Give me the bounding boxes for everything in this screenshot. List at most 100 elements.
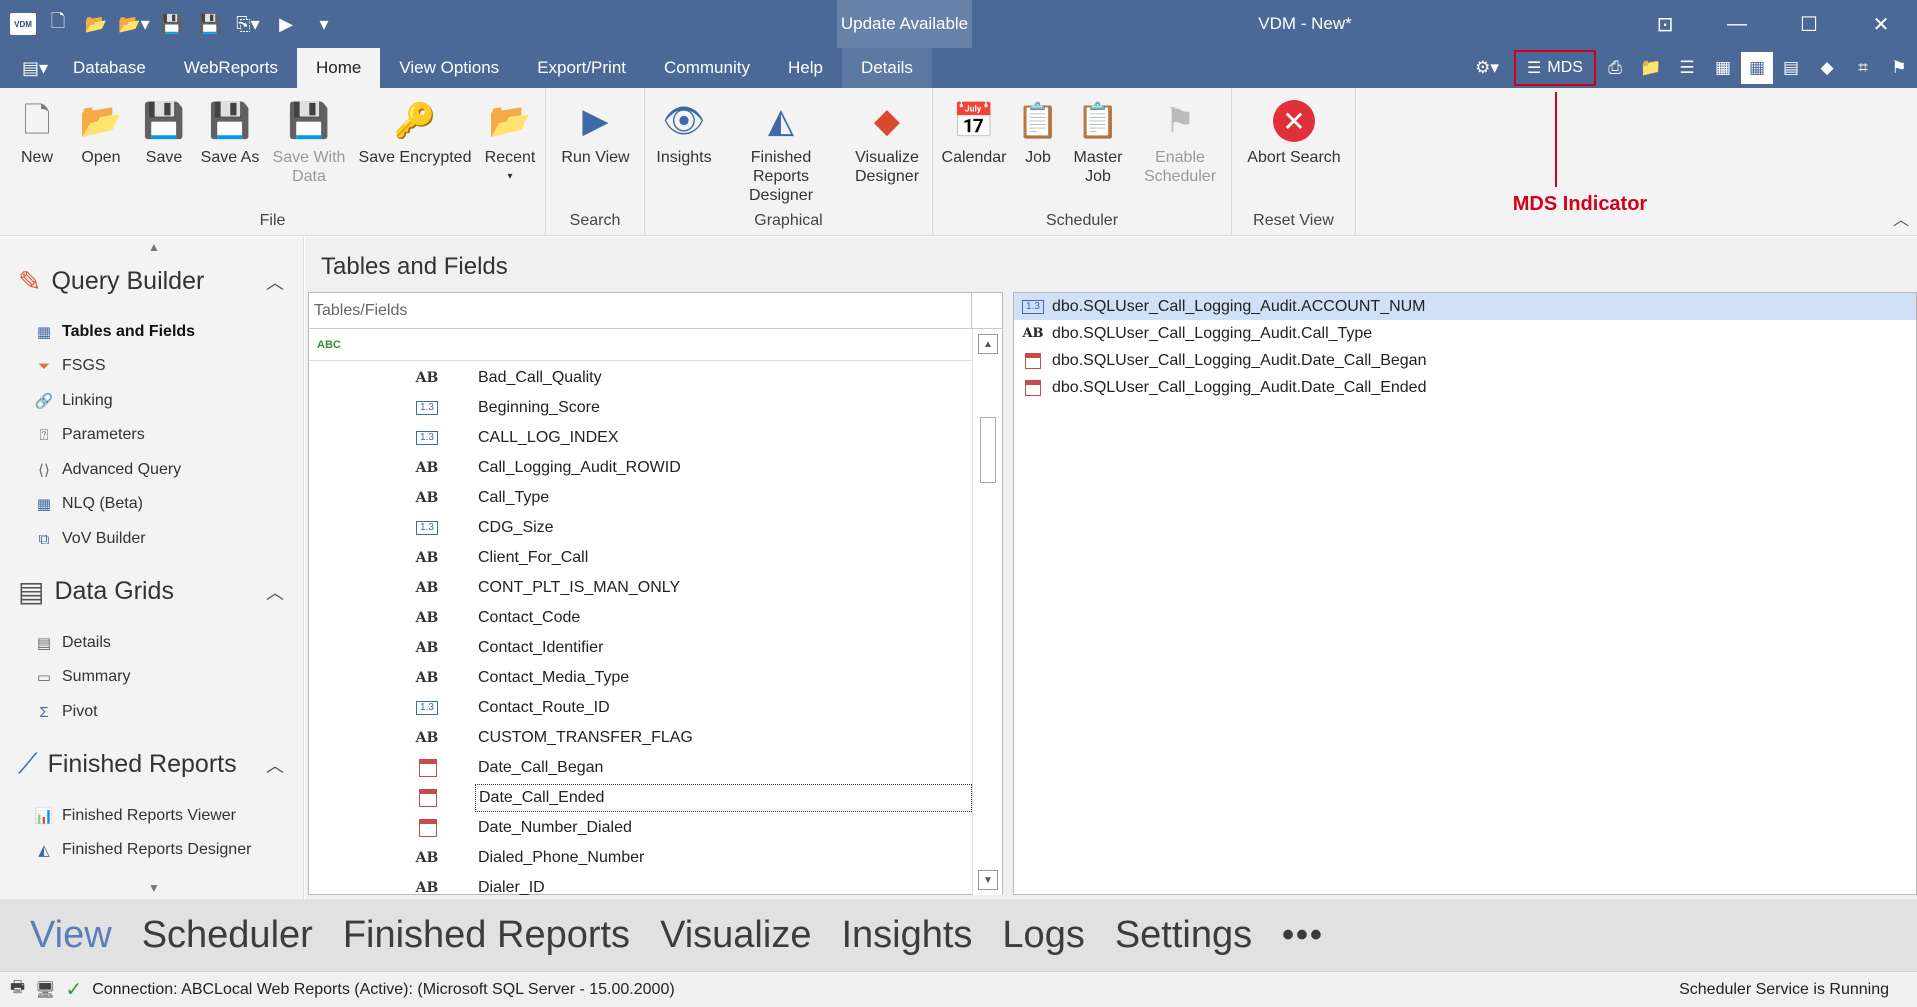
selected-field-row[interactable]: AB dbo.SQLUser_Call_Logging_Audit.Call_Ty…	[1014, 320, 1916, 347]
field-row[interactable]: AB Contact_Identifier	[309, 633, 972, 663]
tab-database[interactable]: Database	[54, 48, 165, 88]
open-button[interactable]: 📂 Open	[74, 98, 128, 167]
field-row[interactable]: 1.3 Beginning_Score	[309, 393, 972, 423]
new-file-icon[interactable]: 🗋	[42, 8, 74, 40]
collapse-caret-icon[interactable]: ︿	[266, 269, 284, 295]
bottom-tab-finished-reports[interactable]: Finished Reports	[343, 914, 630, 957]
field-row[interactable]: AB Call_Logging_Audit_ROWID	[309, 453, 972, 483]
tile-view-icon[interactable]: ▦	[1741, 52, 1773, 84]
section-data-grids[interactable]: ▤ Data Grids ︿	[18, 575, 284, 608]
field-row[interactable]: Date_Number_Dialed	[309, 813, 972, 843]
field-row[interactable]: AB Client_For_Call	[309, 543, 972, 573]
nav-item-details[interactable]: ▤ Details	[34, 634, 111, 652]
collapse-caret-icon[interactable]: ︿	[266, 752, 284, 778]
run-icon[interactable]: ▶	[270, 8, 302, 40]
field-row[interactable]: 1.3 Contact_Route_ID	[309, 693, 972, 723]
field-row[interactable]: AB Dialed_Phone_Number	[309, 843, 972, 873]
section-finished-reports[interactable]: ⟋ Finished Reports ︿	[18, 748, 284, 781]
maximize-icon[interactable]: ☐	[1773, 0, 1845, 48]
field-row[interactable]: AB Contact_Code	[309, 603, 972, 633]
column-header[interactable]: Tables/Fields	[309, 293, 1002, 329]
nav-item-fsgs[interactable]: ⏷ FSGS	[34, 357, 106, 375]
section-query-builder[interactable]: ✎ Query Builder ︿	[18, 265, 284, 298]
job-button[interactable]: 📋 Job	[1013, 98, 1063, 167]
collapse-ribbon-icon[interactable]: ︿	[1893, 206, 1909, 230]
export-icon[interactable]: ⎘▾	[232, 8, 264, 40]
run-view-button[interactable]: ▶ Run View	[551, 98, 640, 167]
nav-item-tables-and-fields[interactable]: ▦ Tables and Fields	[34, 323, 195, 341]
nav-item-pivot[interactable]: Σ Pivot	[34, 703, 97, 721]
vertical-scrollbar[interactable]: ▲ ▼	[972, 329, 1002, 895]
field-row[interactable]: Date_Call_Ended	[309, 783, 972, 813]
field-row[interactable]: AB CONT_PLT_IS_MAN_ONLY	[309, 573, 972, 603]
nav-item-nlq[interactable]: ▦ NLQ (Beta)	[34, 495, 143, 513]
app-menu-icon[interactable]: ▤▾	[16, 48, 54, 88]
monitor-icon[interactable]: 🖥	[35, 980, 55, 1000]
connection-settings-icon[interactable]: ⚙▾	[1469, 48, 1505, 88]
close-icon[interactable]: ✕	[1845, 0, 1917, 48]
tab-help[interactable]: Help	[769, 48, 842, 88]
field-row[interactable]: 1.3 CDG_Size	[309, 513, 972, 543]
nav-scroll-down-icon[interactable]: ▼	[148, 881, 160, 895]
collapse-caret-icon[interactable]: ︿	[266, 579, 284, 605]
nav-item-vov-builder[interactable]: ⧉ VoV Builder	[34, 530, 146, 548]
filter-row[interactable]: ABC	[309, 329, 1002, 361]
document-settings-icon[interactable]: ⎙	[1597, 48, 1633, 88]
tab-webreports[interactable]: WebReports	[165, 48, 297, 88]
tab-home[interactable]: Home	[296, 48, 381, 88]
calendar-view-icon[interactable]: ▤	[1773, 48, 1809, 88]
scroll-down-arrow-icon[interactable]: ▼	[978, 870, 998, 890]
field-row[interactable]: AB CUSTOM_TRANSFER_FLAG	[309, 723, 972, 753]
bottom-tab-logs[interactable]: Logs	[1002, 914, 1084, 957]
bottom-tab-insights[interactable]: Insights	[841, 914, 972, 957]
recent-button[interactable]: 📂 Recent ▾	[480, 98, 540, 186]
restore-ribbon-icon[interactable]: ⊡	[1629, 0, 1701, 48]
minimize-icon[interactable]: —	[1701, 0, 1773, 48]
field-row[interactable]: Date_Call_Began	[309, 753, 972, 783]
fit-icon[interactable]: ⌗	[1845, 48, 1881, 88]
nav-item-finished-reports-designer[interactable]: ◭ Finished Reports Designer	[34, 841, 251, 859]
save-icon[interactable]: 💾	[156, 8, 188, 40]
more-icon[interactable]: •••	[1282, 916, 1324, 955]
nav-item-linking[interactable]: 🔗 Linking	[34, 392, 113, 410]
bottom-tab-view[interactable]: View	[30, 914, 112, 957]
new-button[interactable]: 🗋 New	[10, 98, 64, 167]
nav-item-parameters[interactable]: ⍰ Parameters	[34, 426, 144, 444]
selected-field-row[interactable]: 1.3 dbo.SQLUser_Call_Logging_Audit.ACCOUN…	[1014, 293, 1916, 320]
flag-icon[interactable]: ⚑	[1881, 48, 1917, 88]
tab-export-print[interactable]: Export/Print	[518, 48, 645, 88]
save-as-button[interactable]: 💾 Save As	[198, 98, 262, 167]
field-row[interactable]: AB Call_Type	[309, 483, 972, 513]
visualize-designer-button[interactable]: ◆ Visualize Designer	[845, 98, 929, 186]
bottom-tab-scheduler[interactable]: Scheduler	[142, 914, 313, 957]
save-with-data-button[interactable]: 💾 Save With Data	[268, 98, 350, 186]
eraser-icon[interactable]: ◆	[1809, 48, 1845, 88]
bottom-tab-settings[interactable]: Settings	[1115, 914, 1252, 957]
scrollbar-thumb[interactable]	[980, 417, 996, 483]
master-job-button[interactable]: 📋 Master Job	[1067, 98, 1129, 186]
folder-icon[interactable]: 📁	[1633, 48, 1669, 88]
tab-community[interactable]: Community	[645, 48, 769, 88]
recent-folder-icon[interactable]: 📂▾	[118, 8, 150, 40]
nav-item-finished-reports-viewer[interactable]: 📊 Finished Reports Viewer	[34, 807, 236, 825]
printer-icon[interactable]: 🖶	[10, 976, 25, 1003]
nav-scroll-up-icon[interactable]: ▲	[148, 240, 160, 254]
enable-scheduler-button[interactable]: ⚑ Enable Scheduler	[1133, 98, 1227, 186]
field-row[interactable]: AB Bad_Call_Quality	[309, 363, 972, 393]
tab-view-options[interactable]: View Options	[380, 48, 518, 88]
selected-field-row[interactable]: dbo.SQLUser_Call_Logging_Audit.Date_Call…	[1014, 347, 1916, 374]
grid-view-icon[interactable]: ▦	[1705, 48, 1741, 88]
insights-button[interactable]: 👁 Insights	[651, 98, 717, 167]
selected-field-row[interactable]: dbo.SQLUser_Call_Logging_Audit.Date_Call…	[1014, 374, 1916, 401]
open-folder-icon[interactable]: 📂	[80, 8, 112, 40]
save-encrypted-button[interactable]: 🔑 Save Encrypted	[355, 98, 475, 167]
save-button[interactable]: 💾 Save	[137, 98, 191, 167]
finished-reports-designer-button[interactable]: ◭ Finished Reports Designer	[721, 98, 841, 205]
customize-dropdown-icon[interactable]: ▾	[308, 8, 340, 40]
calendar-button[interactable]: 📅 Calendar	[939, 98, 1009, 167]
tab-details[interactable]: Details	[841, 48, 932, 88]
field-row[interactable]: 1.3 CALL_LOG_INDEX	[309, 423, 972, 453]
abort-search-button[interactable]: ✕ Abort Search	[1242, 98, 1346, 167]
update-available-button[interactable]: Update Available	[837, 0, 972, 48]
list-view-icon[interactable]: ☰	[1669, 48, 1705, 88]
